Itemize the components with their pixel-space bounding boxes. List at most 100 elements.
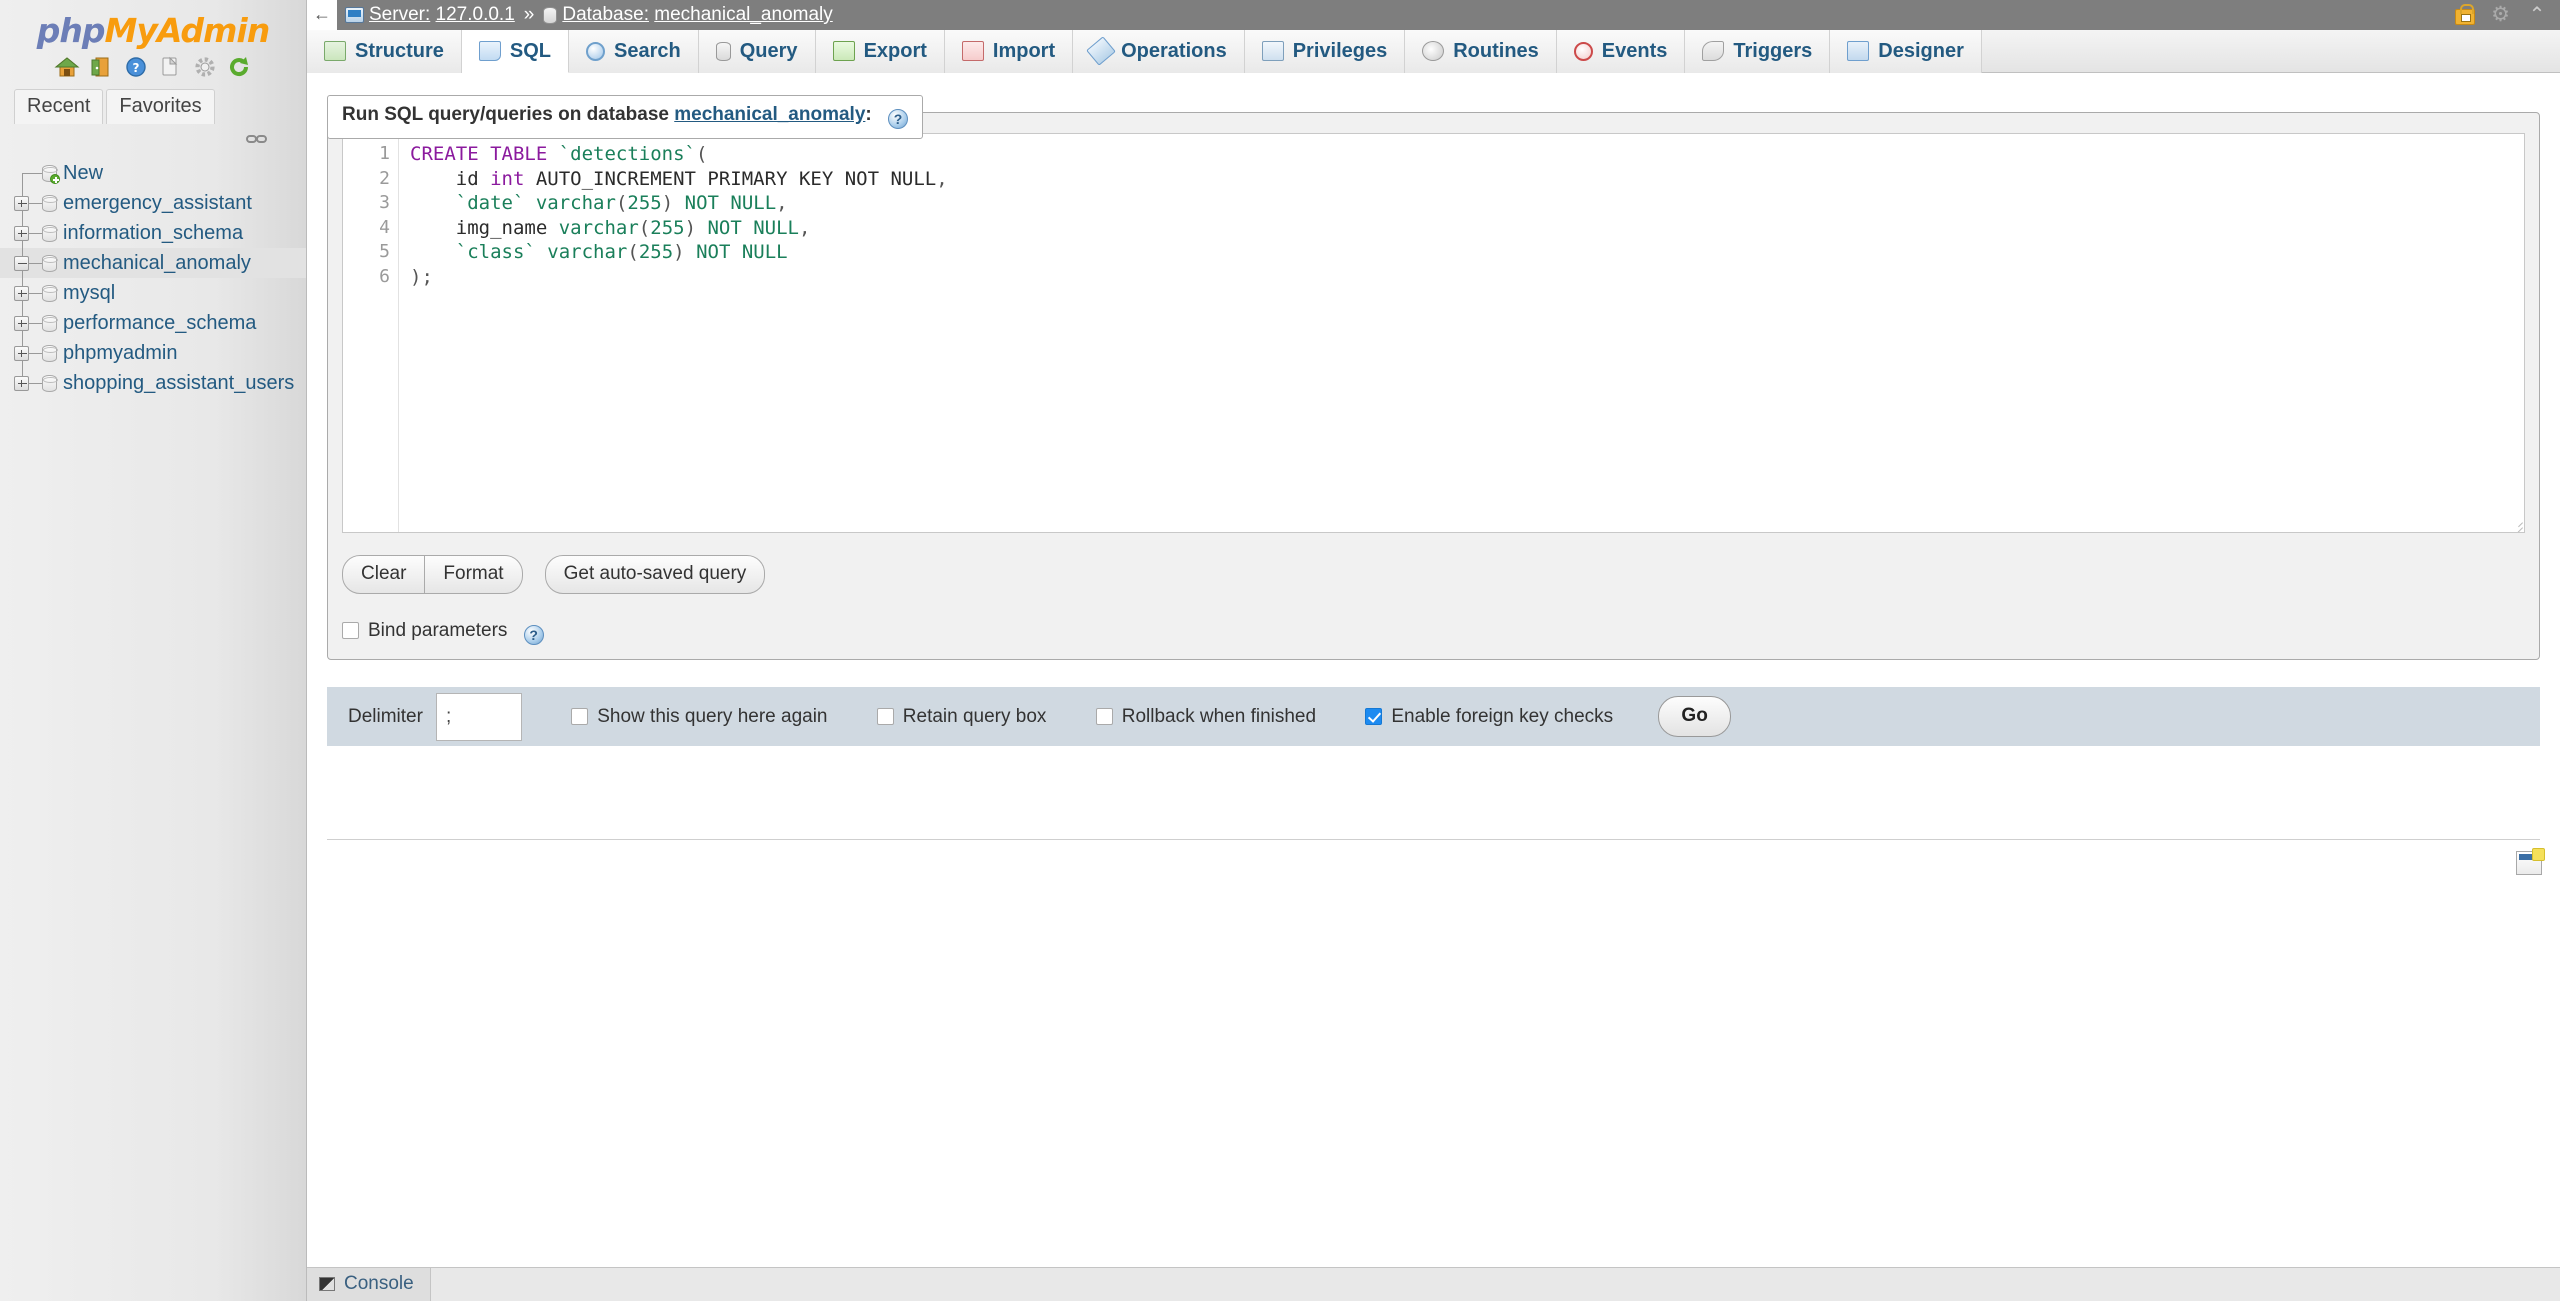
expand-icon[interactable] (14, 376, 29, 391)
tab-routines[interactable]: Routines (1405, 30, 1557, 73)
go-button[interactable]: Go (1658, 696, 1731, 738)
tab-import[interactable]: Import (944, 30, 1074, 73)
search-icon (586, 42, 606, 61)
format-button[interactable]: Format (425, 555, 523, 594)
get-auto-saved-query-button[interactable]: Get auto-saved query (544, 555, 766, 594)
database-icon (42, 195, 58, 212)
tab-sql[interactable]: SQL (461, 30, 570, 73)
operations-icon (1086, 36, 1116, 66)
tree-item-label: emergency_assistant (63, 192, 252, 214)
unlink-icon[interactable] (246, 132, 268, 144)
lock-icon[interactable] (2455, 4, 2476, 25)
navigation-tab-row: Recent Favorites (0, 87, 306, 124)
bind-parameters-label: Bind parameters (368, 620, 508, 641)
database-icon (42, 255, 58, 272)
tab-events[interactable]: Events (1556, 30, 1686, 73)
line-number: 6 (379, 265, 390, 287)
console-label: Console (344, 1273, 414, 1294)
rollback-when-finished-checkbox[interactable] (1095, 707, 1113, 725)
sql-code-line: `date` varchar(255) NOT NULL, (455, 192, 788, 214)
top-breadcrumb-bar: ← Server: 127.0.0.1 » Database: mechanical… (307, 0, 2560, 30)
tab-triggers[interactable]: Triggers (1685, 30, 1831, 73)
bind-parameters-checkbox[interactable] (342, 622, 359, 639)
tree-item-new[interactable]: New (0, 158, 306, 188)
resize-handle[interactable] (2509, 517, 2523, 531)
back-button[interactable]: ← (307, 0, 337, 30)
tree-item-label: information_schema (63, 222, 244, 244)
option-label: Show this query here again (597, 705, 828, 727)
show-query-again-checkbox[interactable] (571, 707, 589, 725)
horizontal-divider (327, 839, 2540, 840)
tree-item-mysql[interactable]: mysql (0, 278, 306, 308)
enable-foreign-key-checks-checkbox[interactable] (1365, 707, 1383, 725)
sql-code-line: id int AUTO_INCREMENT PRIMARY KEY NOT NU… (410, 167, 948, 190)
documentation-icon[interactable]: ? (123, 55, 149, 79)
reload-icon[interactable] (226, 55, 252, 79)
show-query-again-option[interactable]: Show this query here again (571, 705, 828, 728)
console-icon (319, 1277, 335, 1291)
navigation-icon-row: ? (0, 53, 306, 87)
editor-button-row: Clear Format Get auto-saved query (342, 555, 2525, 594)
clear-button[interactable]: Clear (342, 555, 426, 594)
retain-query-box-checkbox[interactable] (876, 707, 894, 725)
expand-icon[interactable] (14, 226, 29, 241)
retain-query-box-option[interactable]: Retain query box (876, 706, 1046, 728)
tree-item-information-schema[interactable]: information_schema (0, 218, 306, 248)
collapse-icon[interactable] (14, 256, 29, 271)
home-icon[interactable] (54, 55, 80, 79)
sql-code-text[interactable]: CREATE TABLE `detections`( id int AUTO_I… (400, 134, 2524, 532)
phpmyadmin-logo[interactable]: phpMyAdmin (0, 0, 306, 53)
saved-query-icon[interactable] (2516, 848, 2545, 875)
database-icon (543, 7, 558, 24)
breadcrumb-separator: » (523, 4, 535, 25)
sql-editor[interactable]: 1 2 3 4 5 6 CREATE TABLE `detections`( i… (342, 133, 2525, 533)
sql-submit-bar: Delimiter; Show this query here again Re… (327, 686, 2540, 746)
sql-code-line: img_name varchar(255) NOT NULL, (410, 216, 811, 239)
tab-designer[interactable]: Designer (1830, 30, 1982, 73)
delimiter-input[interactable]: ; (435, 692, 522, 741)
legend-suffix: : (865, 104, 872, 125)
tab-export[interactable]: Export (815, 30, 945, 73)
enable-foreign-key-checks-option[interactable]: Enable foreign key checks (1365, 706, 1613, 728)
tab-query[interactable]: Query (698, 30, 816, 73)
tab-operations[interactable]: Operations (1073, 30, 1245, 73)
tree-item-mechanical-anomaly[interactable]: mechanical_anomaly (0, 248, 306, 278)
database-icon (42, 285, 58, 302)
nav-tab-favorites[interactable]: Favorites (106, 89, 215, 124)
tree-item-emergency-assistant[interactable]: emergency_assistant (0, 188, 306, 218)
legend-database-name[interactable]: mechanical_anomaly (674, 104, 865, 125)
tree-item-phpmyadmin[interactable]: phpmyadmin (0, 338, 306, 368)
logout-icon[interactable] (88, 55, 114, 79)
expand-icon[interactable] (14, 346, 29, 361)
delimiter-label: Delimiter (348, 706, 423, 727)
expand-icon[interactable] (14, 316, 29, 331)
tree-item-performance-schema[interactable]: performance_schema (0, 308, 306, 338)
breadcrumb-server-value[interactable]: 127.0.0.1 (436, 4, 515, 25)
collapse-icon[interactable]: ⌃ (2526, 4, 2548, 26)
designer-icon (1847, 41, 1870, 61)
bind-parameters-row: Bind parameters ? (342, 620, 2525, 645)
database-icon (42, 375, 58, 392)
expand-icon[interactable] (14, 196, 29, 211)
option-label: Rollback when finished (1121, 705, 1317, 727)
tree-line (22, 173, 23, 188)
console-button[interactable]: Console (307, 1268, 431, 1301)
line-number: 2 (379, 167, 390, 189)
breadcrumb-database-value[interactable]: mechanical_anomaly (654, 4, 833, 25)
help-icon[interactable]: ? (523, 625, 544, 645)
tab-search[interactable]: Search (569, 30, 699, 73)
tree-item-label: performance_schema (63, 312, 257, 334)
sql-submit-bar-inner: Delimiter; Show this query here again Re… (341, 687, 2540, 746)
copy-icon[interactable] (157, 55, 183, 79)
tab-structure[interactable]: Structure (307, 30, 462, 73)
tab-label: Routines (1453, 40, 1539, 62)
settings-icon[interactable] (192, 55, 218, 79)
expand-icon[interactable] (14, 286, 29, 301)
gear-icon[interactable]: ⚙ (2490, 4, 2512, 26)
tree-item-shopping-assistant-users[interactable]: shopping_assistant_users (0, 368, 306, 398)
line-number: 3 (379, 192, 390, 213)
help-icon[interactable]: ? (888, 109, 908, 129)
nav-tab-recent[interactable]: Recent (14, 89, 104, 124)
tab-privileges[interactable]: Privileges (1244, 30, 1406, 73)
rollback-when-finished-option[interactable]: Rollback when finished (1095, 705, 1317, 728)
